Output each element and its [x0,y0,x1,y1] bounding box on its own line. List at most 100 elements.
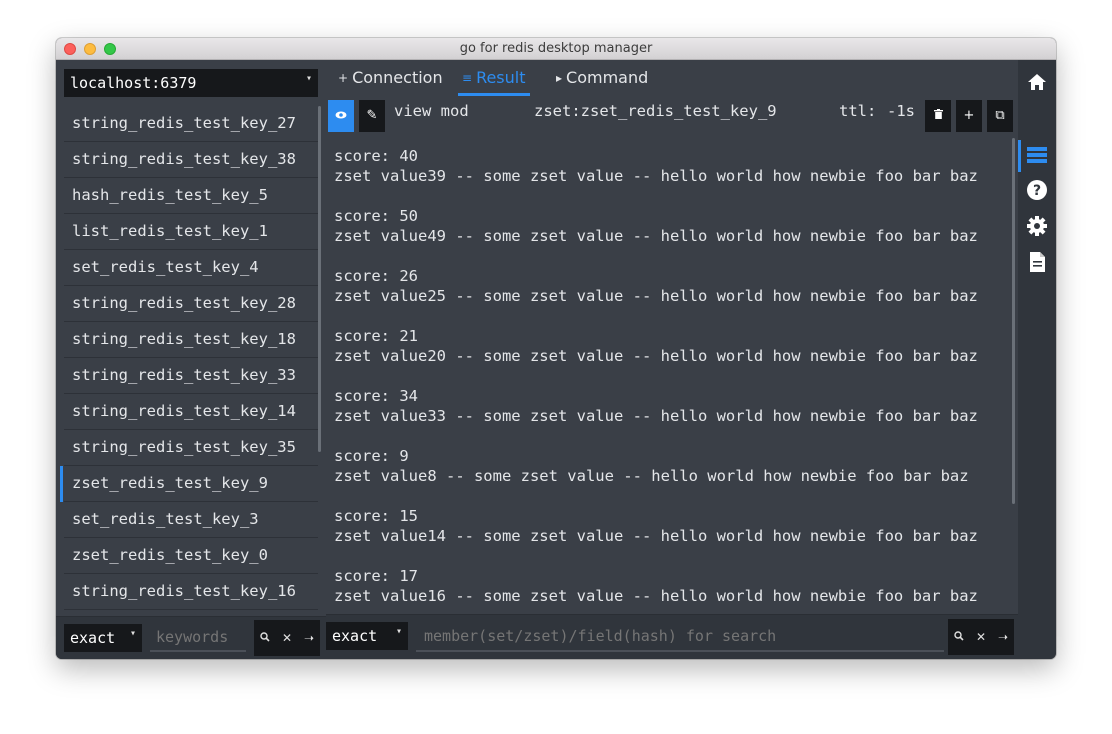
member-match-mode-select[interactable]: exact ▾ [326,622,408,650]
key-sidebar: localhost:6379 ▾ string_redis_test_key_2… [56,60,326,659]
item-score: score: 17 [334,567,418,585]
home-icon[interactable] [1026,71,1048,93]
list-item: score: 15 zset value14 -- some zset valu… [334,506,1010,566]
ttl-value: -1s [887,102,915,120]
ttl-label: ttl: [839,102,877,120]
key-search-bar: exact ▾ ✕➝ [56,616,326,659]
active-indicator [1018,140,1021,172]
main-panel: + Connection ≡ Result ▸ Command ✎ view mod … [326,60,1018,659]
item-score: score: 21 [334,327,418,345]
key-item-selected[interactable]: zset_redis_test_key_9 [60,466,318,502]
item-value: zset value20 -- some zset value -- hello… [334,347,978,365]
key-item[interactable]: set_redis_test_key_4 [64,250,318,286]
key-item[interactable]: set_redis_test_key_3 [64,502,318,538]
list-item: score: 40 zset value39 -- some zset valu… [334,146,1010,206]
list-item: score: 34 zset value33 -- some zset valu… [334,386,1010,446]
pencil-icon: ✎ [366,108,378,123]
title-bar: go for redis desktop manager [56,38,1056,60]
item-value: zset value49 -- some zset value -- hello… [334,227,978,245]
chevron-down-icon: ▾ [395,626,402,637]
gear-icon[interactable] [1026,215,1048,237]
tab-bar: + Connection ≡ Result ▸ Command [326,60,1018,96]
search-icon[interactable] [254,620,276,656]
member-search-input[interactable] [416,622,944,652]
search-icon[interactable] [948,619,970,655]
key-item[interactable]: string_redis_test_key_18 [64,322,318,358]
key-item[interactable]: hash_redis_test_key_5 [64,178,318,214]
key-item[interactable]: string_redis_test_key_35 [64,430,318,466]
server-select[interactable]: localhost:6379 ▾ [64,69,318,97]
copy-button[interactable]: ⧉ [987,100,1013,132]
list-icon[interactable] [1026,144,1048,166]
add-item-button[interactable]: + [956,100,982,132]
play-icon: ▸ [556,71,563,85]
help-icon[interactable]: ? [1026,179,1048,201]
chevron-down-icon: ▾ [129,628,136,639]
key-item[interactable]: string_redis_test_key_28 [64,286,318,322]
key-item[interactable]: string_redis_test_key_14 [64,394,318,430]
key-item[interactable]: string_redis_test_key_33 [64,358,318,394]
item-value: zset value14 -- some zset value -- hello… [334,527,978,545]
key-item[interactable]: list_redis_test_key_1 [64,214,318,250]
item-value: zset value39 -- some zset value -- hello… [334,167,978,185]
trash-icon [933,108,943,123]
svg-text:?: ? [1033,183,1041,199]
key-search-buttons: ✕ ➝ [254,620,320,656]
result-toolbar: ✎ view mod zset:zset_redis_test_key_9 tt… [326,96,1018,136]
key-item[interactable]: string_redis_test_key_16 [64,574,318,610]
arrow-right-icon[interactable]: ➝ [992,619,1014,655]
arrow-right-icon[interactable]: ➝ [298,620,320,656]
member-search-bar: exact ▾ ✕➝ [326,614,1018,659]
nav-rail: ? [1018,60,1056,659]
zset-items: score: 40 zset value39 -- some zset valu… [334,146,1010,612]
item-value: zset value25 -- some zset value -- hello… [334,287,978,305]
plus-icon: + [963,108,975,123]
tab-label: Connection [352,68,443,87]
member-match-mode-value: exact [332,627,378,645]
item-score: score: 15 [334,507,418,525]
key-list-scrollbar[interactable] [318,106,321,452]
key-item[interactable]: zset_redis_test_key_0 [64,538,318,574]
list-item: score: 50 zset value49 -- some zset valu… [334,206,1010,266]
key-match-mode-select[interactable]: exact ▾ [64,624,142,652]
result-scrollbar[interactable] [1012,138,1015,504]
list-icon: ≡ [462,71,473,85]
list-item: score: 21 zset value20 -- some zset valu… [334,326,1010,386]
tab-label: Command [566,68,649,87]
item-score: score: 40 [334,147,418,165]
tab-result[interactable]: ≡ Result [458,68,530,96]
item-value: zset value16 -- some zset value -- hello… [334,587,978,605]
view-mode-button[interactable] [328,100,354,132]
delete-key-button[interactable] [925,100,951,132]
item-score: score: 50 [334,207,418,225]
item-score: score: 26 [334,267,418,285]
key-name: zset:zset_redis_test_key_9 [534,102,777,120]
tab-label: Result [476,68,526,87]
document-icon[interactable] [1026,251,1048,273]
tab-connection[interactable]: + Connection [334,68,447,96]
key-match-mode-value: exact [70,629,116,647]
clear-icon[interactable]: ✕ [970,619,992,655]
window-title: go for redis desktop manager [459,41,653,56]
edit-mode-button[interactable]: ✎ [359,100,385,132]
server-select-value: localhost:6379 [70,74,197,92]
key-item[interactable]: string_redis_test_key_27 [64,106,318,142]
item-score: score: 34 [334,387,418,405]
key-list: string_redis_test_key_27 string_redis_te… [56,106,318,616]
item-value: zset value8 -- some zset value -- hello … [334,467,969,485]
item-value: zset value33 -- some zset value -- hello… [334,407,978,425]
mode-label: view mod [394,102,469,120]
key-item[interactable]: string_redis_test_key_38 [64,142,318,178]
item-score: score: 9 [334,447,409,465]
copy-icon: ⧉ [995,108,1005,123]
list-item: score: 26 zset value25 -- some zset valu… [334,266,1010,326]
member-search-buttons: ✕ ➝ [948,619,1014,655]
tab-command[interactable]: ▸ Command [552,68,652,96]
list-item: score: 17 zset value16 -- some zset valu… [334,566,1010,612]
app-window: go for redis desktop manager localhost:6… [56,38,1056,659]
plus-icon: + [338,71,349,85]
chevron-down-icon: ▾ [305,73,312,84]
key-search-input[interactable] [150,624,246,652]
list-item: score: 9 zset value8 -- some zset value … [334,446,1010,506]
clear-icon[interactable]: ✕ [276,620,298,656]
